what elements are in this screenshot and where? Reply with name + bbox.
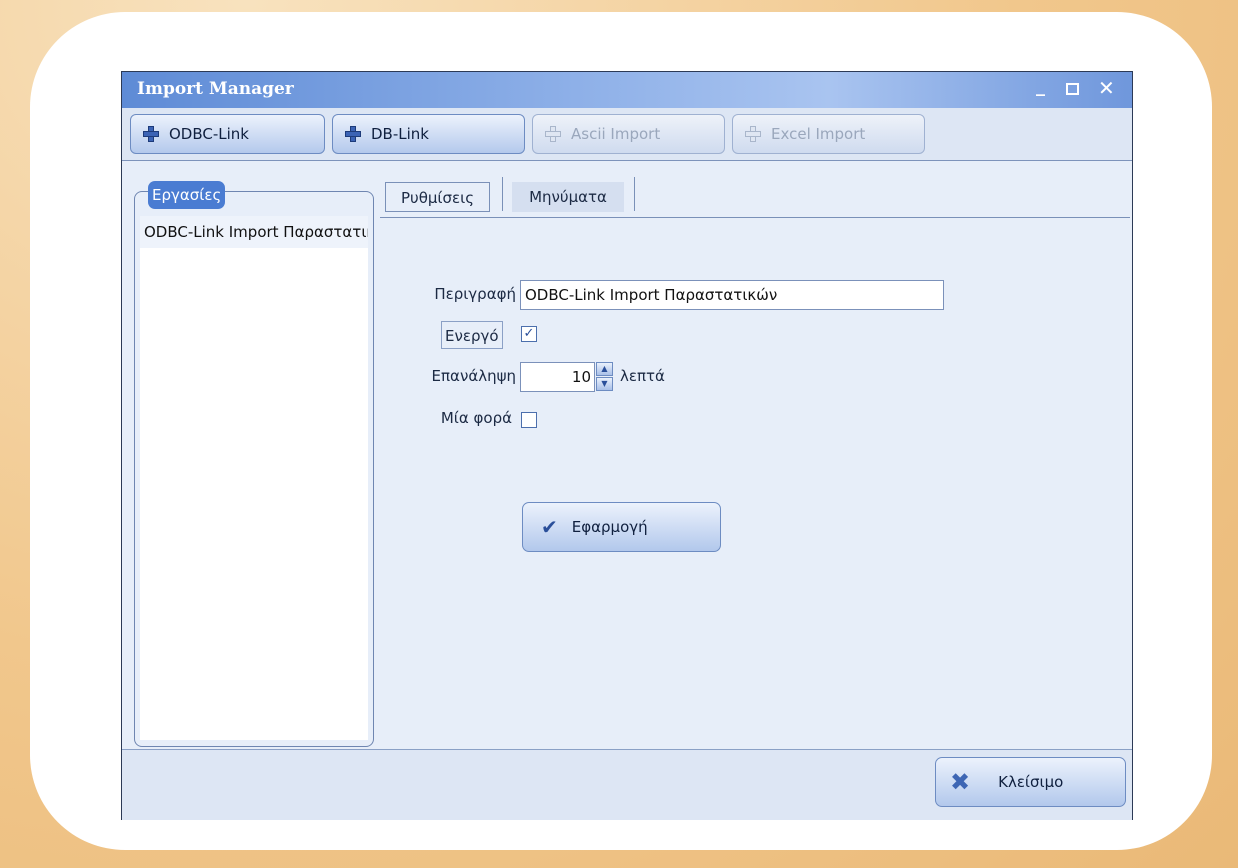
description-label: Περιγραφή	[434, 285, 516, 303]
repeat-label: Επανάληψη	[431, 367, 516, 385]
tab-separator	[634, 177, 635, 211]
tab-separator	[502, 177, 503, 211]
ascii-import-button[interactable]: Ascii Import	[532, 114, 725, 154]
tab-divider	[380, 217, 1130, 218]
tasks-list[interactable]: ODBC-Link Import Παραστατικών	[140, 216, 368, 740]
close-x-icon: ✖	[950, 768, 971, 796]
db-link-label: DB-Link	[371, 125, 429, 143]
tasks-group-title: Εργασίες	[148, 181, 226, 209]
once-checkbox[interactable]	[521, 412, 537, 428]
close-button[interactable]: ✖ Κλείσιμο	[935, 757, 1126, 807]
active-label: Ενεργό	[441, 321, 503, 349]
tab-messages[interactable]: Μηνύματα	[512, 182, 624, 212]
title-bar[interactable]: Import Manager _ ✕	[122, 72, 1132, 108]
spin-up-icon[interactable]: ▲	[596, 362, 613, 376]
once-label: Μία φορά	[440, 409, 512, 427]
maximize-button[interactable]	[1066, 83, 1079, 95]
footer-bar: ✖ Κλείσιμο	[122, 749, 1132, 820]
ascii-import-label: Ascii Import	[571, 125, 661, 143]
tab-settings[interactable]: Ρυθμίσεις	[385, 182, 490, 212]
window-title: Import Manager	[137, 79, 294, 99]
excel-import-label: Excel Import	[771, 125, 866, 143]
import-manager-window: Import Manager _ ✕ ODBC-Link DB-Link Asc…	[121, 71, 1133, 820]
toolbar: ODBC-Link DB-Link Ascii Import Excel Imp…	[122, 108, 1132, 161]
plus-icon	[545, 126, 561, 142]
plus-icon	[143, 126, 159, 142]
db-link-button[interactable]: DB-Link	[332, 114, 525, 154]
spin-down-icon[interactable]: ▼	[596, 377, 613, 391]
plus-icon	[345, 126, 361, 142]
list-item[interactable]: ODBC-Link Import Παραστατικών	[140, 216, 368, 248]
description-input[interactable]	[520, 280, 944, 310]
repeat-unit-label: λεπτά	[620, 367, 665, 385]
apply-button[interactable]: ✔ Εφαρμογή	[522, 502, 721, 552]
close-window-button[interactable]: ✕	[1098, 76, 1115, 100]
close-label: Κλείσιμο	[998, 773, 1064, 791]
repeat-minutes-input[interactable]	[520, 362, 595, 392]
active-checkbox[interactable]: ✓	[521, 326, 537, 342]
odbc-link-button[interactable]: ODBC-Link	[130, 114, 325, 154]
check-icon: ✔	[541, 515, 558, 539]
plus-icon	[745, 126, 761, 142]
odbc-link-label: ODBC-Link	[169, 125, 249, 143]
apply-label: Εφαρμογή	[571, 518, 648, 536]
excel-import-button[interactable]: Excel Import	[732, 114, 925, 154]
minimize-button[interactable]: _	[1036, 76, 1045, 97]
